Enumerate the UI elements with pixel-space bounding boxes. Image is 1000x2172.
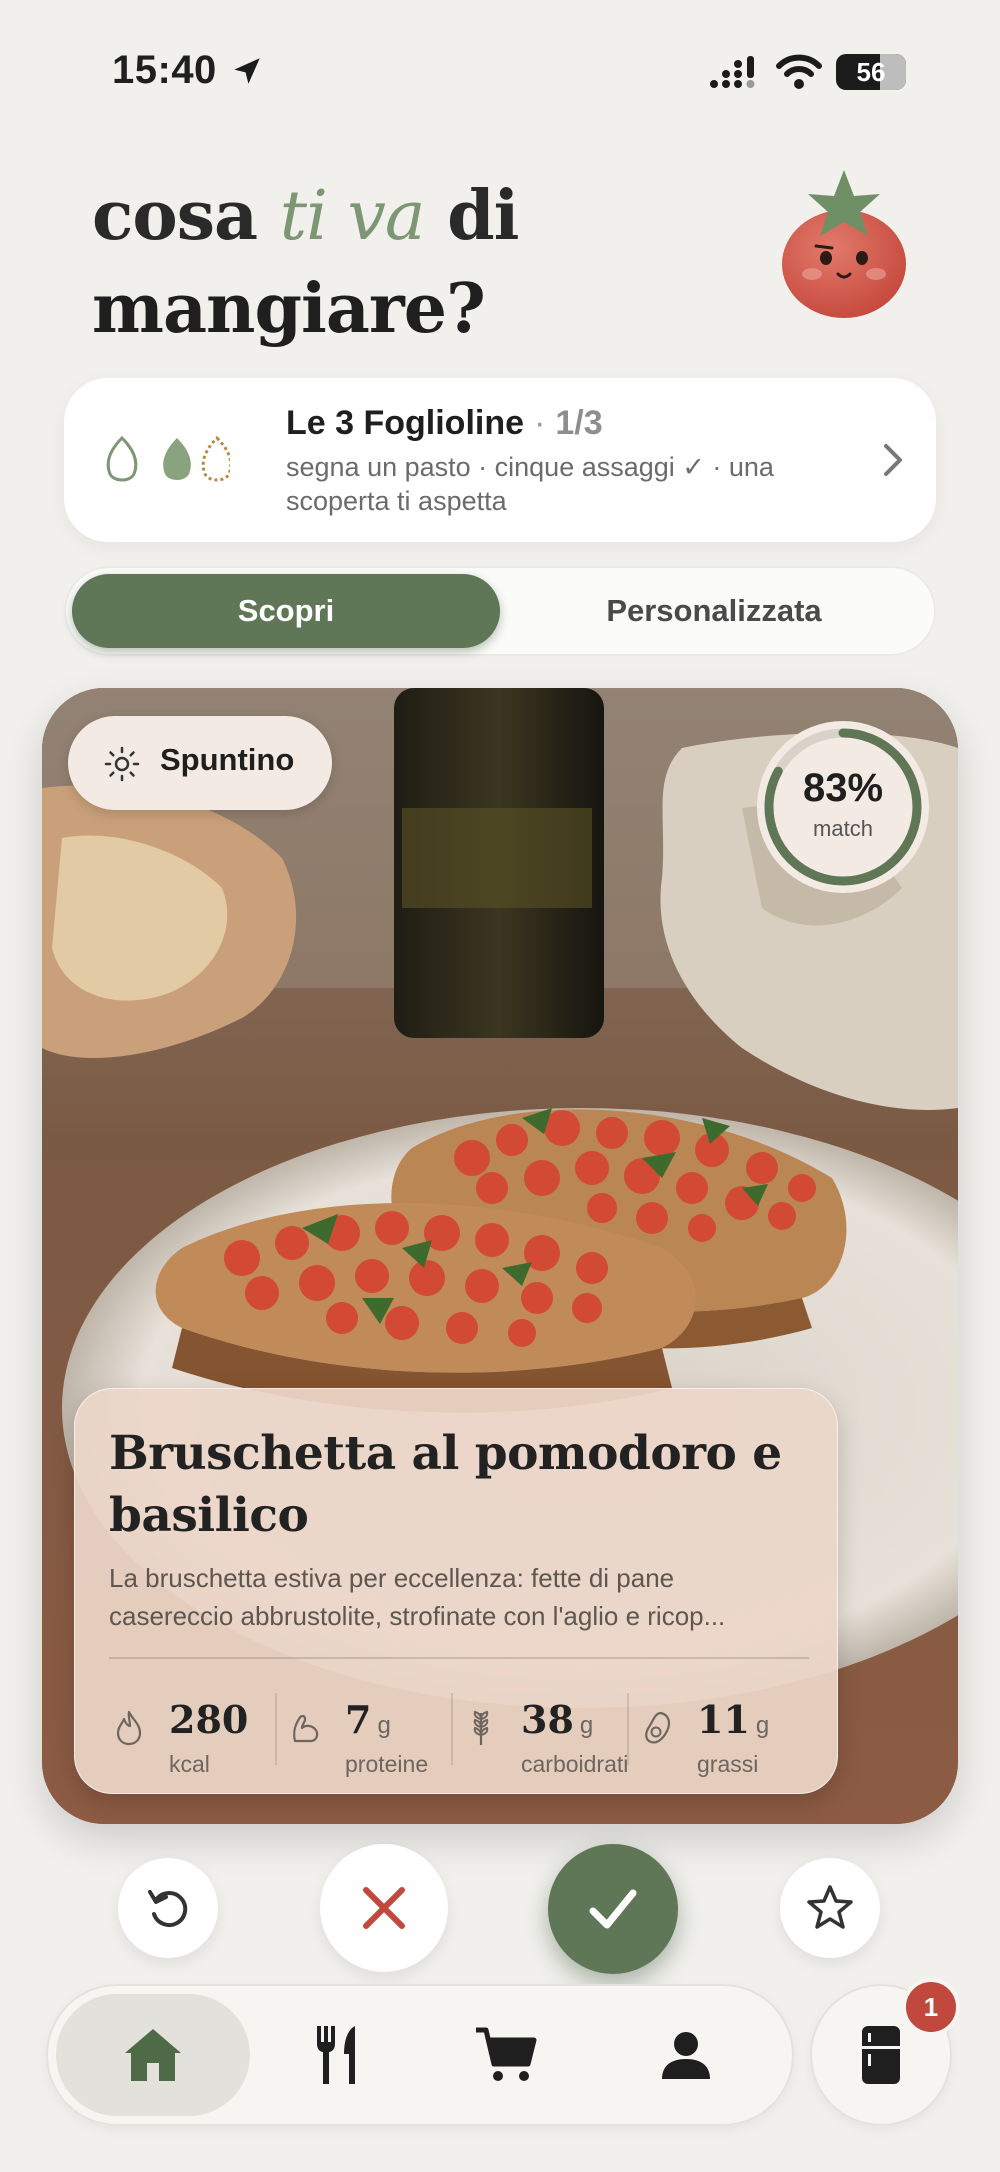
cart-icon: [476, 2027, 537, 2081]
close-icon: [363, 1887, 405, 1929]
like-button[interactable]: [548, 1844, 678, 1974]
undo-button[interactable]: [118, 1858, 218, 1958]
fridge-icon: [862, 2026, 900, 2084]
challenge-description: segna un pasto · cinque assaggi ✓ · una …: [286, 452, 774, 516]
tomato-mascot-icon[interactable]: [776, 166, 912, 322]
meal-type-label: Spuntino: [160, 742, 295, 777]
meal-type-pill: Spuntino: [68, 716, 332, 810]
challenge-title: Le 3 Foglioline · 1/3: [286, 404, 603, 443]
macro-protein-unit: g: [377, 1712, 391, 1739]
cellular-signal-icon: [710, 56, 755, 88]
title-line2: mangiare?: [92, 269, 486, 349]
macro-fat-unit: g: [755, 1712, 770, 1739]
challenge-card[interactable]: Le 3 Foglioline · 1/3 segna un pasto · cin…: [64, 378, 936, 542]
notification-badge: 1: [902, 1978, 960, 2036]
location-arrow-icon: [234, 58, 260, 84]
nav-profile[interactable]: [626, 1994, 746, 2116]
match-percent: 83%: [802, 766, 884, 810]
battery-level: 56: [856, 57, 886, 87]
title-part1: cosa: [92, 176, 280, 256]
tab-scopri[interactable]: Scopri: [72, 574, 500, 648]
macro-protein: 7g proteine: [277, 1669, 453, 1779]
macro-carbs: 38 g carboidrati: [453, 1669, 629, 1779]
macro-carbs-unit: g: [579, 1712, 594, 1739]
fork-knife-icon: [317, 2026, 355, 2084]
recipe-description-line2: casereccio abbrustolite, strofinate con …: [109, 1601, 726, 1631]
status-time: 15:40: [112, 48, 217, 92]
macro-protein-name: proteine: [345, 1751, 429, 1777]
battery-icon: 56: [836, 54, 906, 90]
title-accent: ti va: [279, 177, 426, 256]
sun-icon: [104, 746, 140, 782]
macro-kcal-value: 280: [169, 1697, 249, 1742]
match-label: match: [813, 816, 873, 841]
chevron-right-icon: [884, 444, 902, 476]
avocado-icon: [645, 1711, 671, 1744]
challenge-name: Le 3 Foglioline: [286, 404, 525, 442]
recipe-title: Bruschetta al pomodoro e basilico: [109, 1426, 782, 1543]
profile-icon: [662, 2032, 710, 2079]
divider: [109, 1657, 809, 1659]
macro-fat: 11 g grassi: [629, 1669, 805, 1779]
recipe-description-line1: La bruschetta estiva per eccellenza: fet…: [109, 1563, 675, 1593]
macro-protein-value: 7: [345, 1697, 372, 1742]
recipe-card[interactable]: Spuntino 83% match Bruschetta al pomodor…: [42, 688, 958, 1824]
page-title: cosa ti va di mangiare?: [92, 170, 520, 355]
macro-fat-name: grassi: [697, 1751, 759, 1777]
tab-personalizzata[interactable]: Personalizzata: [500, 574, 928, 648]
macro-carbs-name: carboidrati: [521, 1751, 629, 1777]
favorite-button[interactable]: [780, 1858, 880, 1958]
title-part2: di: [424, 176, 519, 256]
check-icon: [589, 1889, 637, 1929]
bottom-nav: [46, 1984, 794, 2126]
nav-home[interactable]: [56, 1994, 250, 2116]
macro-fat-value: 11: [697, 1697, 750, 1742]
leaves-progress-icon: [106, 435, 230, 482]
muscle-icon: [293, 1714, 319, 1743]
nav-cart[interactable]: [446, 1994, 566, 2116]
wifi-icon: [776, 54, 822, 89]
undo-icon: [148, 1890, 188, 1928]
challenge-separator: ·: [534, 404, 546, 442]
challenge-progress: 1/3: [555, 404, 603, 442]
dislike-button[interactable]: [320, 1844, 448, 1972]
star-icon: [807, 1885, 853, 1929]
macro-kcal: 280 kcal: [101, 1669, 277, 1779]
macros-row: 280 kcal 7g proteine 38 g carboidrati 11…: [101, 1669, 817, 1779]
recipe-info-panel: Bruschetta al pomodoro e basilico La bru…: [74, 1388, 838, 1794]
flame-icon: [116, 1710, 142, 1746]
mode-segmented-control: Scopri Personalizzata: [64, 566, 936, 656]
recipe-description: La bruschetta estiva per eccellenza: fet…: [109, 1559, 809, 1635]
home-icon: [125, 2029, 181, 2081]
macro-carbs-value: 38: [521, 1697, 574, 1742]
macro-kcal-name: kcal: [169, 1751, 210, 1777]
nav-recipes[interactable]: [276, 1994, 396, 2116]
status-bar: 15:40 56: [0, 0, 1000, 140]
wheat-icon: [473, 1710, 489, 1745]
